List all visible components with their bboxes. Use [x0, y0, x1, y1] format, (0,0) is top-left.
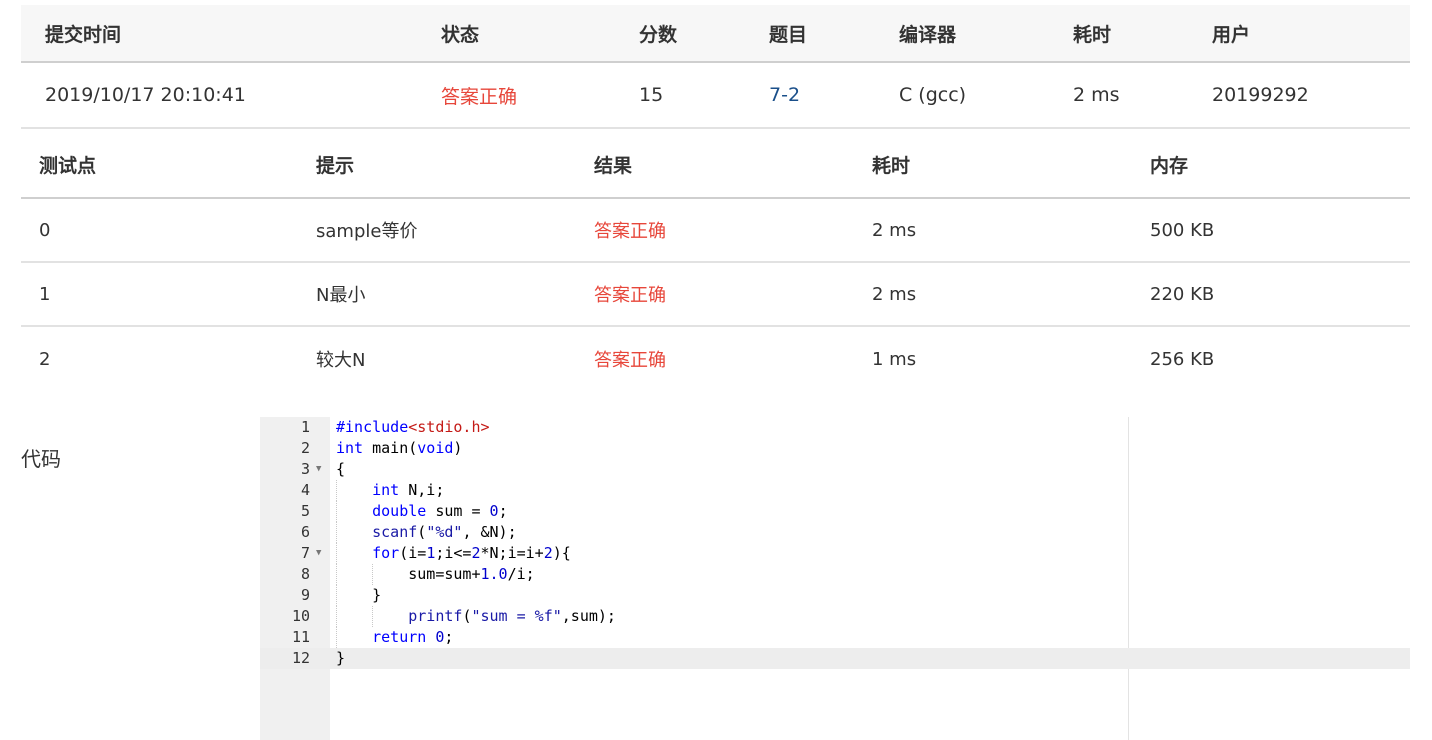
submission-user: 20199292 [1212, 84, 1309, 106]
line-number: 8 [300, 565, 310, 583]
code-line-text: double sum = 0; [372, 502, 508, 520]
submission-score: 15 [639, 84, 664, 106]
line-number: 6 [300, 523, 310, 541]
line-number: 4 [300, 481, 310, 499]
code-line-text: for(i=1;i<=2*N;i=i+2){ [372, 544, 571, 562]
test-hint: 较大N [316, 350, 366, 371]
code-line: 5 double sum = 0; [260, 501, 1410, 522]
submission-header-row: 提交时间 状态 分数 题目 编译器 耗时 用户 [21, 5, 1410, 63]
fold-arrow-icon[interactable]: ▼ [316, 459, 321, 480]
table-row: 1 N最小 答案正确 2 ms 220 KB [21, 263, 1410, 327]
test-result: 答案正确 [594, 221, 666, 242]
code-line: 3 ▼ { [260, 459, 1410, 480]
test-hint: N最小 [316, 285, 366, 306]
table-row: 2 较大N 答案正确 1 ms 256 KB [21, 327, 1410, 391]
code-line-text: printf("sum = %f",sum); [408, 607, 616, 625]
line-number: 1 [300, 418, 310, 436]
line-number: 2 [300, 439, 310, 457]
header-result: 结果 [594, 154, 633, 177]
code-line-text: } [336, 649, 346, 667]
submission-row: 2019/10/17 20:10:41 答案正确 15 7-2 C (gcc) … [21, 63, 1410, 129]
code-line: 8 sum=sum+1.0/i; [260, 564, 1410, 585]
header-hint: 提示 [316, 154, 355, 177]
header-duration: 耗时 [1073, 23, 1112, 46]
code-label: 代码 [21, 447, 61, 471]
code-line: 9 } [260, 585, 1410, 606]
code-line-text: } [336, 586, 382, 604]
header-user: 用户 [1212, 23, 1251, 46]
code-line: 2 int main(void) [260, 438, 1410, 459]
code-editor[interactable]: 1 #include<stdio.h> 2 int main(void) 3 ▼… [260, 417, 1410, 740]
test-id: 2 [39, 348, 51, 370]
header-test-point: 测试点 [39, 154, 97, 177]
test-id: 0 [39, 219, 51, 241]
test-time: 2 ms [872, 219, 917, 241]
submission-table: 提交时间 状态 分数 题目 编译器 耗时 用户 2019/10/17 20:10… [21, 5, 1410, 129]
submission-duration: 2 ms [1073, 84, 1120, 106]
code-lines: 1 #include<stdio.h> 2 int main(void) 3 ▼… [260, 417, 1410, 669]
line-number: 12 [291, 649, 310, 667]
test-result: 答案正确 [594, 285, 666, 306]
line-number: 11 [291, 628, 310, 646]
code-line-text: sum=sum+1.0/i; [336, 565, 535, 583]
header-test-time: 耗时 [872, 154, 911, 177]
test-id: 1 [39, 283, 51, 305]
header-submit-time: 提交时间 [45, 23, 122, 46]
test-time: 1 ms [872, 348, 917, 370]
test-header-row: 测试点 提示 结果 耗时 内存 [21, 131, 1410, 199]
code-line-text: { [336, 460, 346, 478]
test-result: 答案正确 [594, 350, 666, 371]
code-line: 11 return 0; [260, 627, 1410, 648]
header-memory: 内存 [1150, 154, 1189, 177]
code-line: 7 ▼ for(i=1;i<=2*N;i=i+2){ [260, 543, 1410, 564]
header-score: 分数 [639, 23, 678, 46]
code-line-text: int N,i; [372, 481, 445, 499]
submission-status: 答案正确 [441, 85, 518, 108]
code-line-text: scanf("%d", &N); [372, 523, 517, 541]
code-line-text: int main(void) [336, 439, 463, 457]
header-problem: 题目 [769, 23, 808, 46]
header-status: 状态 [441, 23, 480, 46]
line-number: 7 [300, 544, 310, 562]
submit-time: 2019/10/17 20:10:41 [45, 84, 246, 106]
code-line-active: 12 } [260, 648, 1410, 669]
test-point-table: 测试点 提示 结果 耗时 内存 0 sample等价 答案正确 2 ms 500… [21, 131, 1410, 391]
test-memory: 256 KB [1150, 348, 1215, 370]
code-line: 4 int N,i; [260, 480, 1410, 501]
code-line: 6 scanf("%d", &N); [260, 522, 1410, 543]
code-line: 1 #include<stdio.h> [260, 417, 1410, 438]
test-hint: sample等价 [316, 221, 418, 242]
problem-link[interactable]: 7-2 [769, 63, 800, 127]
submission-compiler: C (gcc) [899, 84, 967, 106]
code-line-text: #include<stdio.h> [336, 418, 490, 436]
line-number: 10 [291, 607, 310, 625]
header-compiler: 编译器 [899, 23, 957, 46]
code-line-text: return 0; [372, 628, 454, 646]
line-number: 3 [300, 460, 310, 478]
code-line: 10 printf("sum = %f",sum); [260, 606, 1410, 627]
table-row: 0 sample等价 答案正确 2 ms 500 KB [21, 199, 1410, 263]
test-memory: 220 KB [1150, 283, 1215, 305]
line-number: 5 [300, 502, 310, 520]
test-memory: 500 KB [1150, 219, 1215, 241]
fold-arrow-icon[interactable]: ▼ [316, 543, 321, 564]
test-time: 2 ms [872, 283, 917, 305]
line-number: 9 [300, 586, 310, 604]
